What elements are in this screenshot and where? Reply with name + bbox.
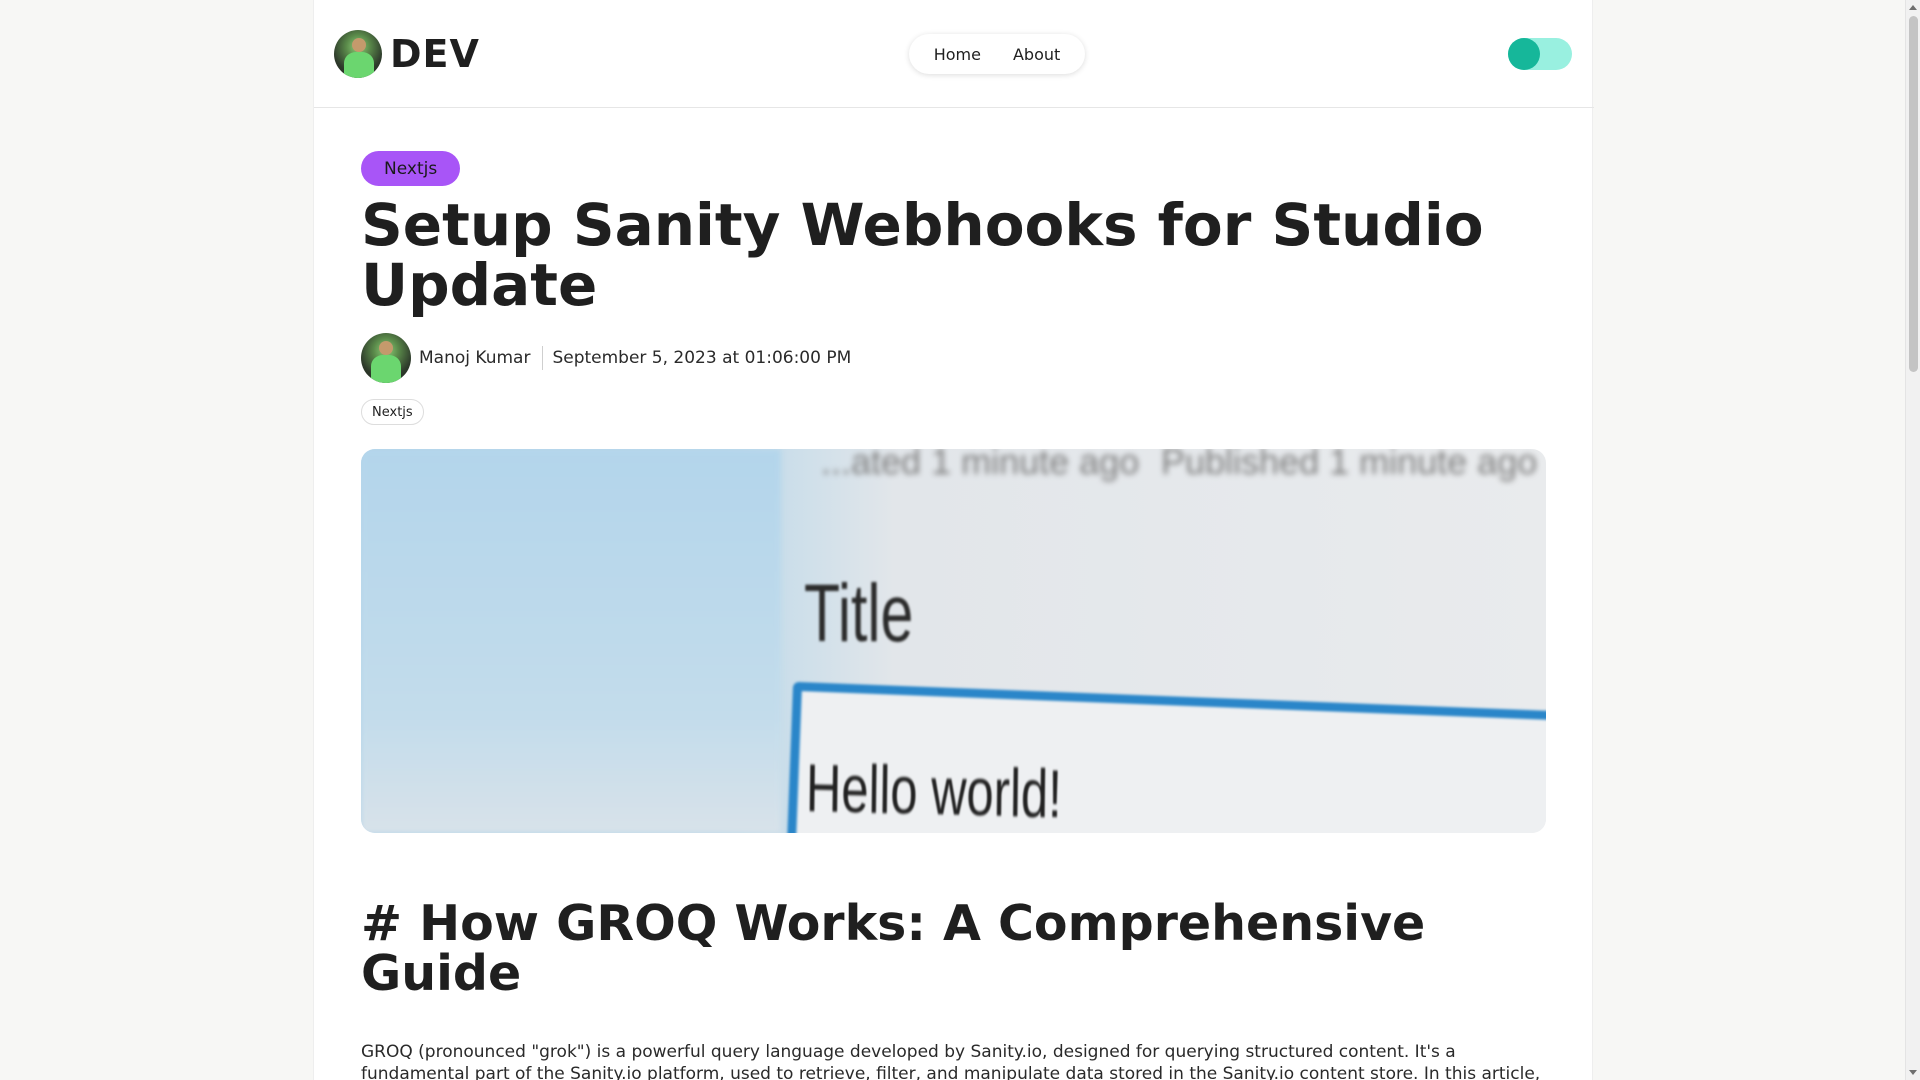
scrollbar-thumb[interactable] xyxy=(1909,16,1918,372)
section-heading: # How GROQ Works: A Comprehensive Guide xyxy=(361,895,1426,1002)
hero-field-value: Hello world! xyxy=(805,750,1063,833)
page-container: DEV Home About Nextjs Setup Sanity Webho… xyxy=(313,0,1594,1080)
scroll-down-arrow-icon[interactable] xyxy=(1909,1070,1917,1075)
brand-logo[interactable]: DEV xyxy=(334,29,480,79)
page-scrollbar[interactable] xyxy=(1905,0,1920,1080)
article-paragraph: GROQ (pronounced "grok") is a powerful q… xyxy=(361,1042,1541,1080)
brand-name: DEV xyxy=(390,32,480,76)
tag-chip[interactable]: Nextjs xyxy=(361,399,424,425)
hero-image: ...ated 1 minute ago Published 1 minute … xyxy=(361,449,1546,833)
article-title: Setup Sanity Webhooks for Studio Update xyxy=(361,191,1484,319)
brand-avatar xyxy=(334,30,382,78)
author-name: Manoj Kumar xyxy=(419,348,531,368)
nav-about-link[interactable]: About xyxy=(1013,45,1060,64)
publish-date: September 5, 2023 at 01:06:00 PM xyxy=(552,348,852,368)
theme-toggle-knob xyxy=(1508,38,1540,70)
theme-toggle[interactable] xyxy=(1508,38,1572,70)
hero-faded-left-text: ...ated 1 minute ago xyxy=(821,449,1140,482)
category-badge[interactable]: Nextjs xyxy=(361,151,461,186)
hero-field-label: Title xyxy=(804,568,914,659)
meta-divider xyxy=(542,346,544,370)
main-nav: Home About xyxy=(909,34,1085,74)
hero-faded-right-text: Published 1 minute ago xyxy=(1161,449,1538,482)
article-meta: Manoj Kumar September 5, 2023 at 01:06:0… xyxy=(361,333,851,383)
nav-home-link[interactable]: Home xyxy=(934,45,981,64)
site-header: DEV Home About xyxy=(314,0,1594,108)
author-avatar xyxy=(361,333,411,383)
scroll-up-arrow-icon[interactable] xyxy=(1909,5,1917,10)
hero-image-sidebar xyxy=(361,449,781,833)
